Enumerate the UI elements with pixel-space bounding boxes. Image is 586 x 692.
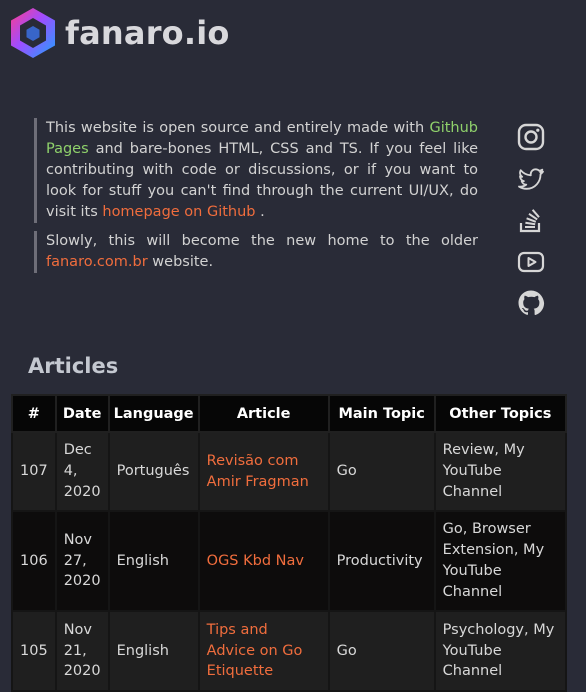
- cell-number: 106: [11, 510, 57, 612]
- table-header-row: # Date Language Article Main Topic Other…: [11, 394, 568, 433]
- table-row: 107 Dec 4, 2020 Português Revisão com Am…: [11, 431, 568, 512]
- article-link[interactable]: OGS Kbd Nav: [207, 553, 304, 569]
- instagram-icon[interactable]: [517, 123, 545, 151]
- cell-language: English: [107, 510, 200, 612]
- column-header-article[interactable]: Article: [197, 394, 330, 433]
- cell-date: Nov 21, 2020: [54, 610, 110, 692]
- stackoverflow-icon[interactable]: [517, 206, 545, 234]
- homepage-github-link[interactable]: homepage on Github: [102, 204, 255, 220]
- cell-number: 107: [11, 431, 57, 512]
- fanaro-com-br-link[interactable]: fanaro.com.br: [46, 254, 148, 270]
- table-row: 106 Nov 27, 2020 English OGS Kbd Nav Pro…: [11, 510, 568, 612]
- table-row: 105 Nov 21, 2020 English Tips and Advice…: [11, 610, 568, 692]
- article-link[interactable]: Revisão com Amir Fragman: [207, 453, 309, 490]
- cell-article: OGS Kbd Nav: [197, 510, 330, 612]
- intro-paragraph-2: Slowly, this will become the new home to…: [34, 231, 478, 273]
- cell-article: Revisão com Amir Fragman: [197, 431, 330, 512]
- articles-title: Articles: [28, 354, 119, 378]
- intro-text: This website is open source and entirely…: [46, 120, 430, 136]
- cell-date: Nov 27, 2020: [54, 510, 110, 612]
- github-icon[interactable]: [517, 289, 545, 317]
- column-header-other-topics[interactable]: Other Topics: [433, 394, 568, 433]
- site-header: fanaro.io: [10, 7, 230, 59]
- cell-article: Tips and Advice on Go Etiquette: [197, 610, 330, 692]
- column-header-number[interactable]: #: [11, 394, 57, 433]
- column-header-language[interactable]: Language: [107, 394, 200, 433]
- column-header-main-topic[interactable]: Main Topic: [327, 394, 436, 433]
- brand-name[interactable]: fanaro.io: [65, 14, 230, 52]
- cell-number: 105: [11, 610, 57, 692]
- cell-main-topic: Go: [327, 431, 436, 512]
- twitter-icon[interactable]: [517, 165, 545, 193]
- social-links: [517, 123, 547, 331]
- cell-language: English: [107, 610, 200, 692]
- cell-other-topics: Psychology, My YouTube Channel: [433, 610, 568, 692]
- youtube-icon[interactable]: [517, 248, 545, 276]
- cell-date: Dec 4, 2020: [54, 431, 110, 512]
- intro-text: .: [255, 204, 265, 220]
- cell-language: Português: [107, 431, 200, 512]
- hexagon-logo-icon[interactable]: [10, 7, 56, 59]
- cell-main-topic: Go: [327, 610, 436, 692]
- cell-main-topic: Productivity: [327, 510, 436, 612]
- cell-other-topics: Go, Browser Extension, My YouTube Channe…: [433, 510, 568, 612]
- article-link[interactable]: Tips and Advice on Go Etiquette: [207, 622, 303, 680]
- intro-paragraph-1: This website is open source and entirely…: [34, 118, 478, 223]
- intro-text: website.: [147, 254, 214, 270]
- cell-other-topics: Review, My YouTube Channel: [433, 431, 568, 512]
- articles-table: # Date Language Article Main Topic Other…: [11, 394, 568, 692]
- intro-section: This website is open source and entirely…: [34, 118, 478, 273]
- column-header-date[interactable]: Date: [54, 394, 110, 433]
- intro-text: Slowly, this will become the new home to…: [46, 233, 478, 249]
